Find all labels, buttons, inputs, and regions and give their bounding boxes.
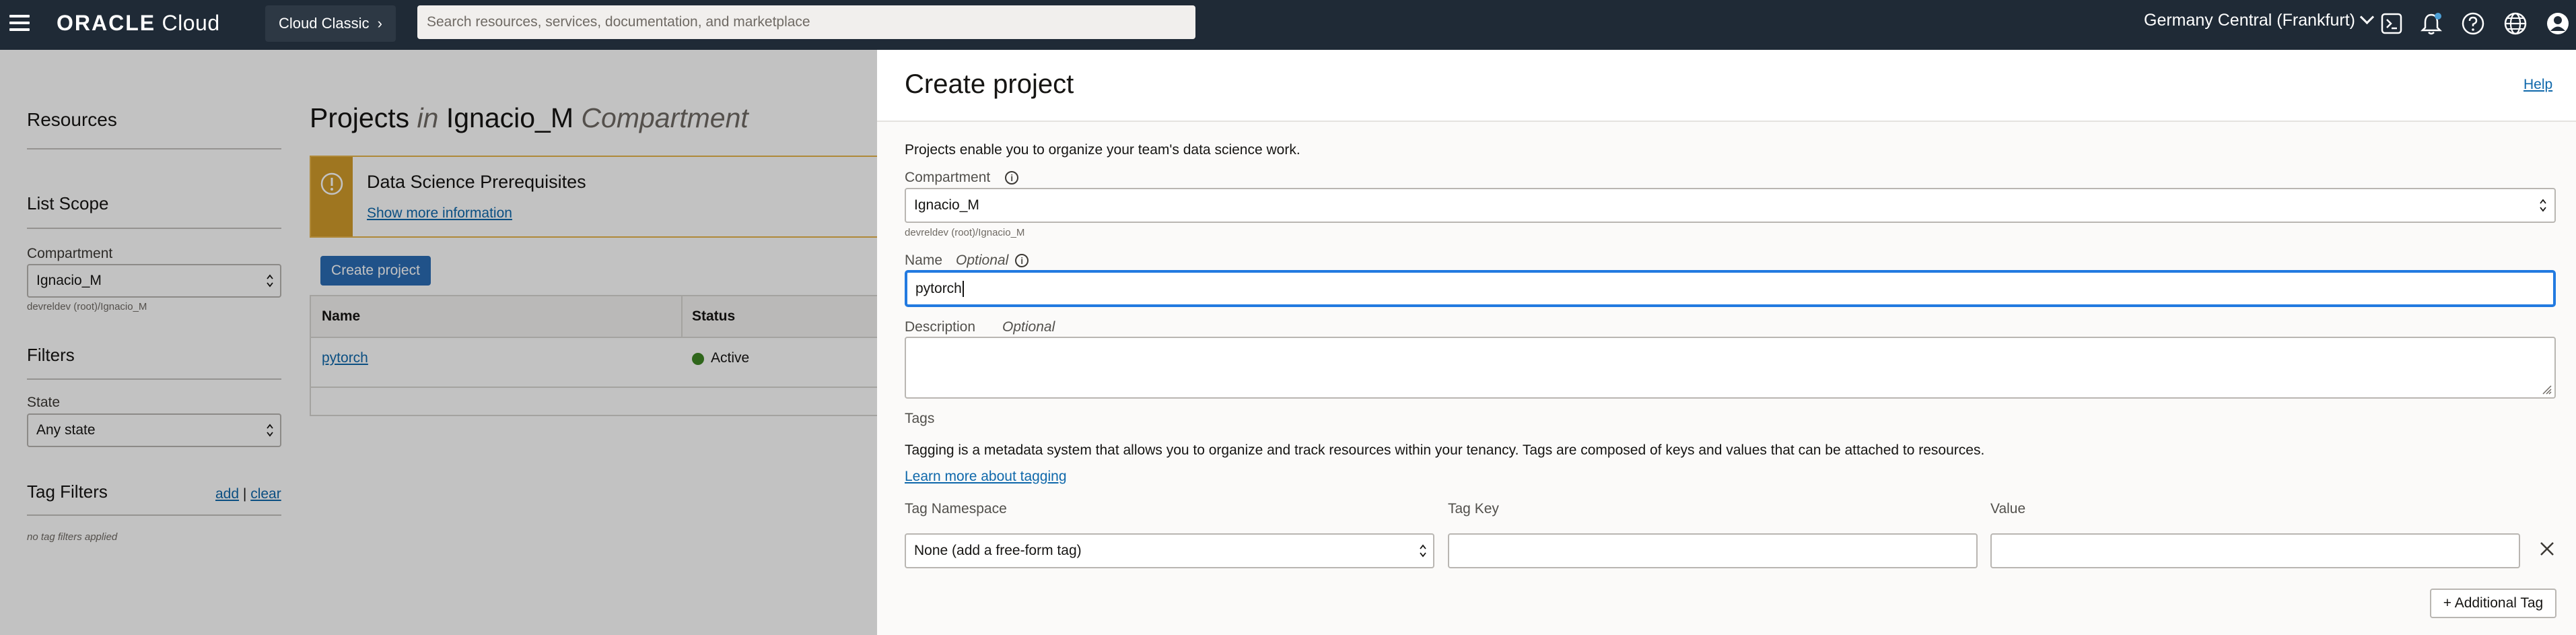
- panel-title: Create project: [905, 69, 1074, 99]
- tags-description: Tagging is a metadata system that allows…: [905, 442, 1985, 458]
- name-input[interactable]: pytorch: [905, 270, 2556, 307]
- compartment-label: Compartment i: [905, 170, 1019, 186]
- resize-handle-icon[interactable]: [2541, 384, 2552, 395]
- chevron-right-icon: ›: [377, 15, 382, 32]
- tag-namespace-select[interactable]: None (add a free-form tag): [905, 533, 1434, 568]
- close-icon[interactable]: [2537, 539, 2557, 559]
- compartment-value: Ignacio_M: [914, 197, 979, 213]
- learn-more-tagging-link[interactable]: Learn more about tagging: [905, 469, 1067, 485]
- create-project-panel: Create project Help Projects enable you …: [877, 50, 2576, 635]
- tag-namespace-value: None (add a free-form tag): [914, 543, 1082, 558]
- name-optional: Optional: [956, 253, 1009, 268]
- description-textarea[interactable]: [905, 337, 2556, 399]
- help-icon[interactable]: [2461, 11, 2485, 36]
- brand-oracle: ORACLE: [57, 11, 156, 35]
- select-arrows-icon: [2540, 199, 2546, 212]
- info-icon[interactable]: i: [1015, 254, 1029, 268]
- description-label-text: Description: [905, 319, 976, 335]
- tag-namespace-label: Tag Namespace: [905, 501, 1007, 516]
- panel-header: Create project Help: [877, 50, 2576, 122]
- name-label: Name Optional i: [905, 253, 1029, 269]
- bell-icon[interactable]: [2419, 11, 2443, 36]
- cloud-shell-icon[interactable]: [2379, 11, 2404, 36]
- oracle-cloud-logo[interactable]: ORACLE Cloud: [57, 11, 220, 36]
- search-input[interactable]: Search resources, services, documentatio…: [417, 5, 1195, 39]
- text-cursor: [962, 281, 964, 298]
- name-label-text: Name: [905, 253, 943, 268]
- description-label: Description Optional: [905, 319, 1055, 335]
- compartment-path: devreldev (root)/Ignacio_M: [905, 227, 1025, 238]
- tag-key-input[interactable]: [1448, 533, 1978, 568]
- cloud-classic-label: Cloud Classic: [279, 15, 370, 32]
- tag-key-label: Tag Key: [1448, 501, 1499, 516]
- description-optional: Optional: [1002, 319, 1055, 335]
- brand-cloud: Cloud: [155, 11, 220, 35]
- region-label: Germany Central (Frankfurt): [2144, 11, 2355, 30]
- tag-value-label: Value: [1990, 501, 2026, 516]
- region-selector[interactable]: Germany Central (Frankfurt): [2144, 9, 2375, 30]
- intro-text: Projects enable you to organize your tea…: [905, 142, 1300, 158]
- tag-value-input[interactable]: [1990, 533, 2520, 568]
- compartment-select[interactable]: Ignacio_M: [905, 188, 2556, 223]
- select-arrows-icon: [1420, 544, 1426, 558]
- info-icon[interactable]: i: [1005, 171, 1019, 185]
- additional-tag-button[interactable]: + Additional Tag: [2430, 589, 2556, 618]
- name-value: pytorch: [915, 281, 962, 296]
- chevron-down-icon: [2359, 9, 2375, 25]
- user-icon[interactable]: [2546, 11, 2570, 36]
- cloud-classic-button[interactable]: Cloud Classic ›: [265, 5, 396, 42]
- hamburger-menu-icon[interactable]: [7, 11, 34, 38]
- globe-icon[interactable]: [2503, 11, 2528, 36]
- tags-label: Tags: [905, 411, 935, 426]
- modal-backdrop[interactable]: [0, 50, 877, 635]
- compartment-label-text: Compartment: [905, 170, 991, 185]
- search-placeholder: Search resources, services, documentatio…: [427, 14, 810, 30]
- top-bar: ORACLE Cloud Cloud Classic › Search reso…: [0, 0, 2576, 50]
- help-link[interactable]: Help: [2523, 77, 2552, 93]
